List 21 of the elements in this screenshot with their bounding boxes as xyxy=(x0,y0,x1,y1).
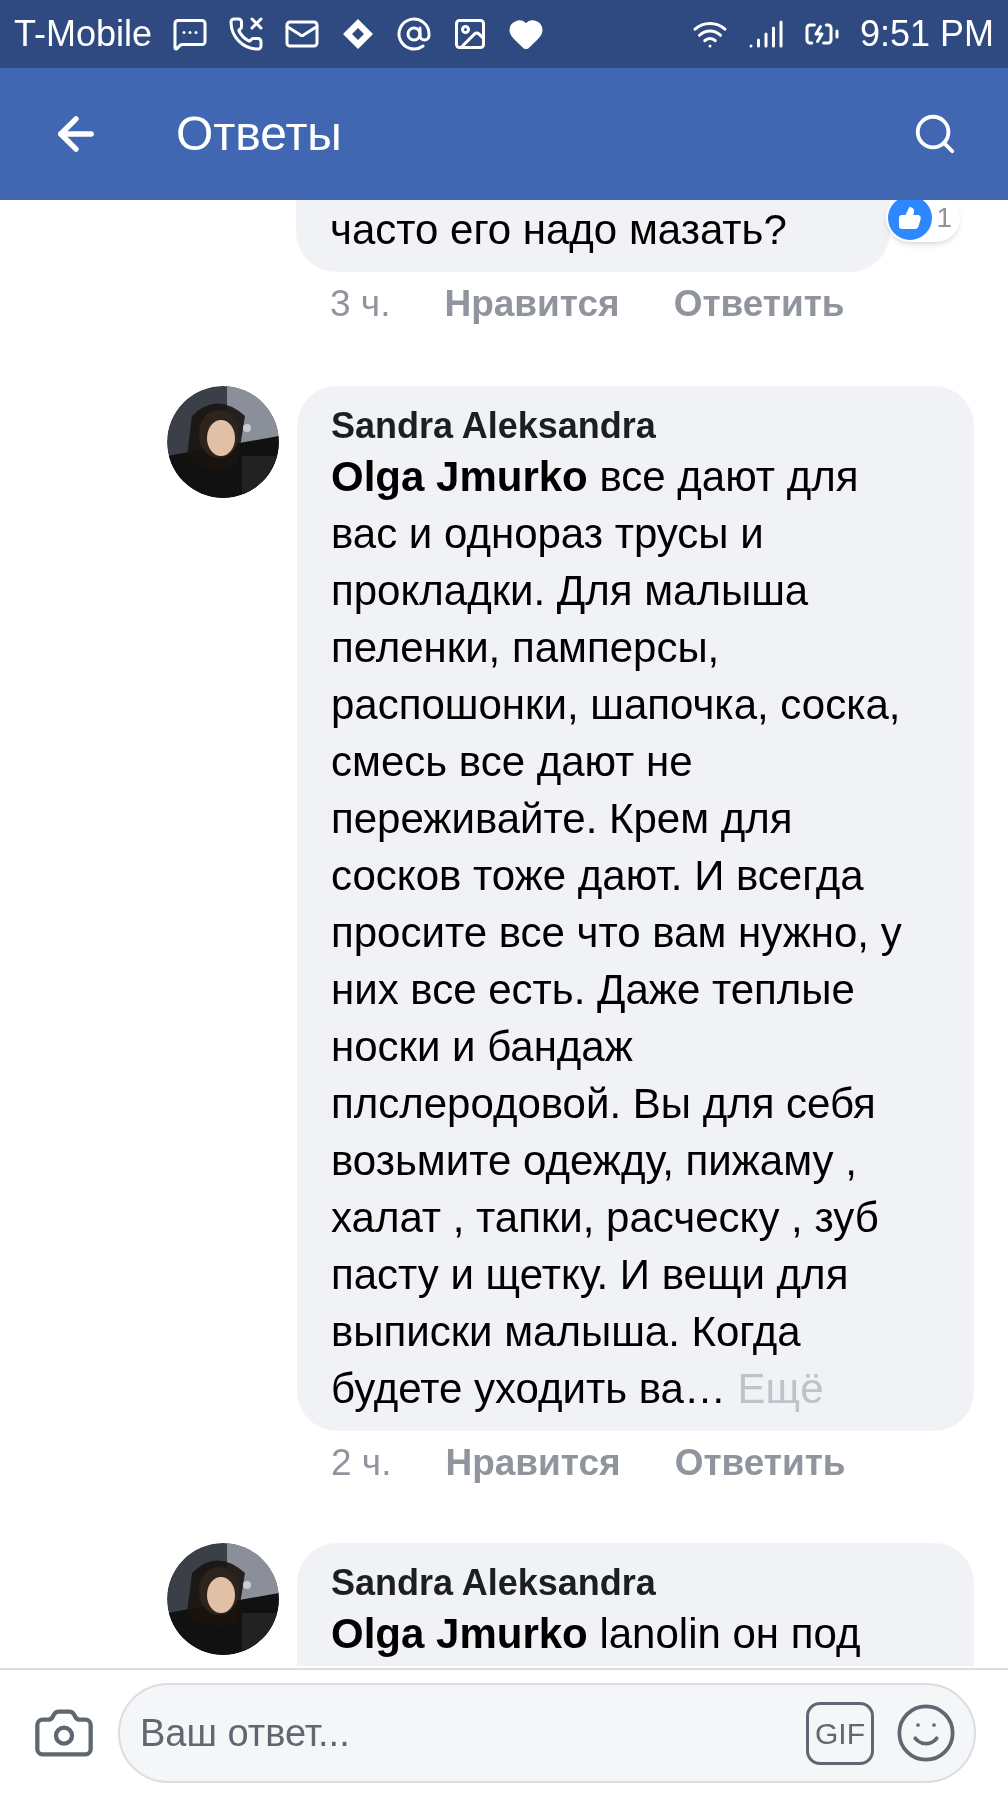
gif-button[interactable]: GIF xyxy=(806,1701,874,1765)
clock-time: 9:51 PM xyxy=(859,12,994,56)
comment-time: 3 ч. xyxy=(330,282,391,327)
author-name: Sandra Aleksandra xyxy=(331,404,657,448)
reaction-badge[interactable]: 1 xyxy=(886,200,960,242)
like-button[interactable]: Нравится xyxy=(445,1435,621,1491)
reply-input[interactable]: Ваш ответ... GIF xyxy=(118,1683,976,1783)
carrier-name: T-Mobile xyxy=(14,12,153,56)
message-icon xyxy=(172,16,209,52)
comment-text: Olga Jmurko lanolin он под xyxy=(331,1609,862,1659)
like-icon xyxy=(898,206,923,230)
comment-text: часто его надо мазать? xyxy=(330,206,787,253)
reply-button[interactable]: Ответить xyxy=(673,276,845,332)
reply-button[interactable]: Ответить xyxy=(674,1435,846,1491)
like-button[interactable]: Нравится xyxy=(444,276,620,332)
at-sign-icon xyxy=(396,16,433,52)
reaction-count: 1 xyxy=(936,201,952,235)
comment-time: 2 ч. xyxy=(331,1441,392,1486)
author-name: Sandra Aleksandra xyxy=(331,1561,657,1605)
missed-call-icon xyxy=(228,16,265,52)
page-title: Ответы xyxy=(176,106,343,162)
